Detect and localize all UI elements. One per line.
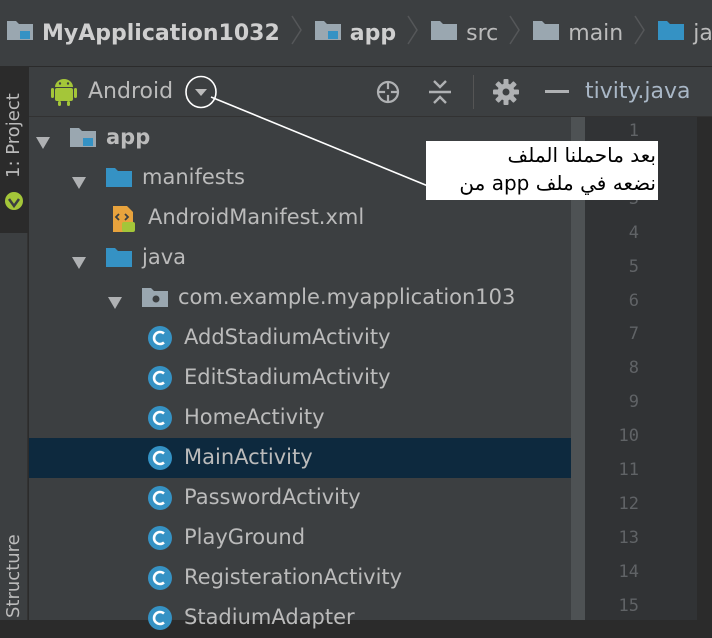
annotation-line-2: نضعه في ملف app من	[459, 171, 656, 195]
annotation-line-1: بعد ماحملنا الملف	[507, 143, 656, 167]
annotation-callout-line	[210, 96, 429, 187]
